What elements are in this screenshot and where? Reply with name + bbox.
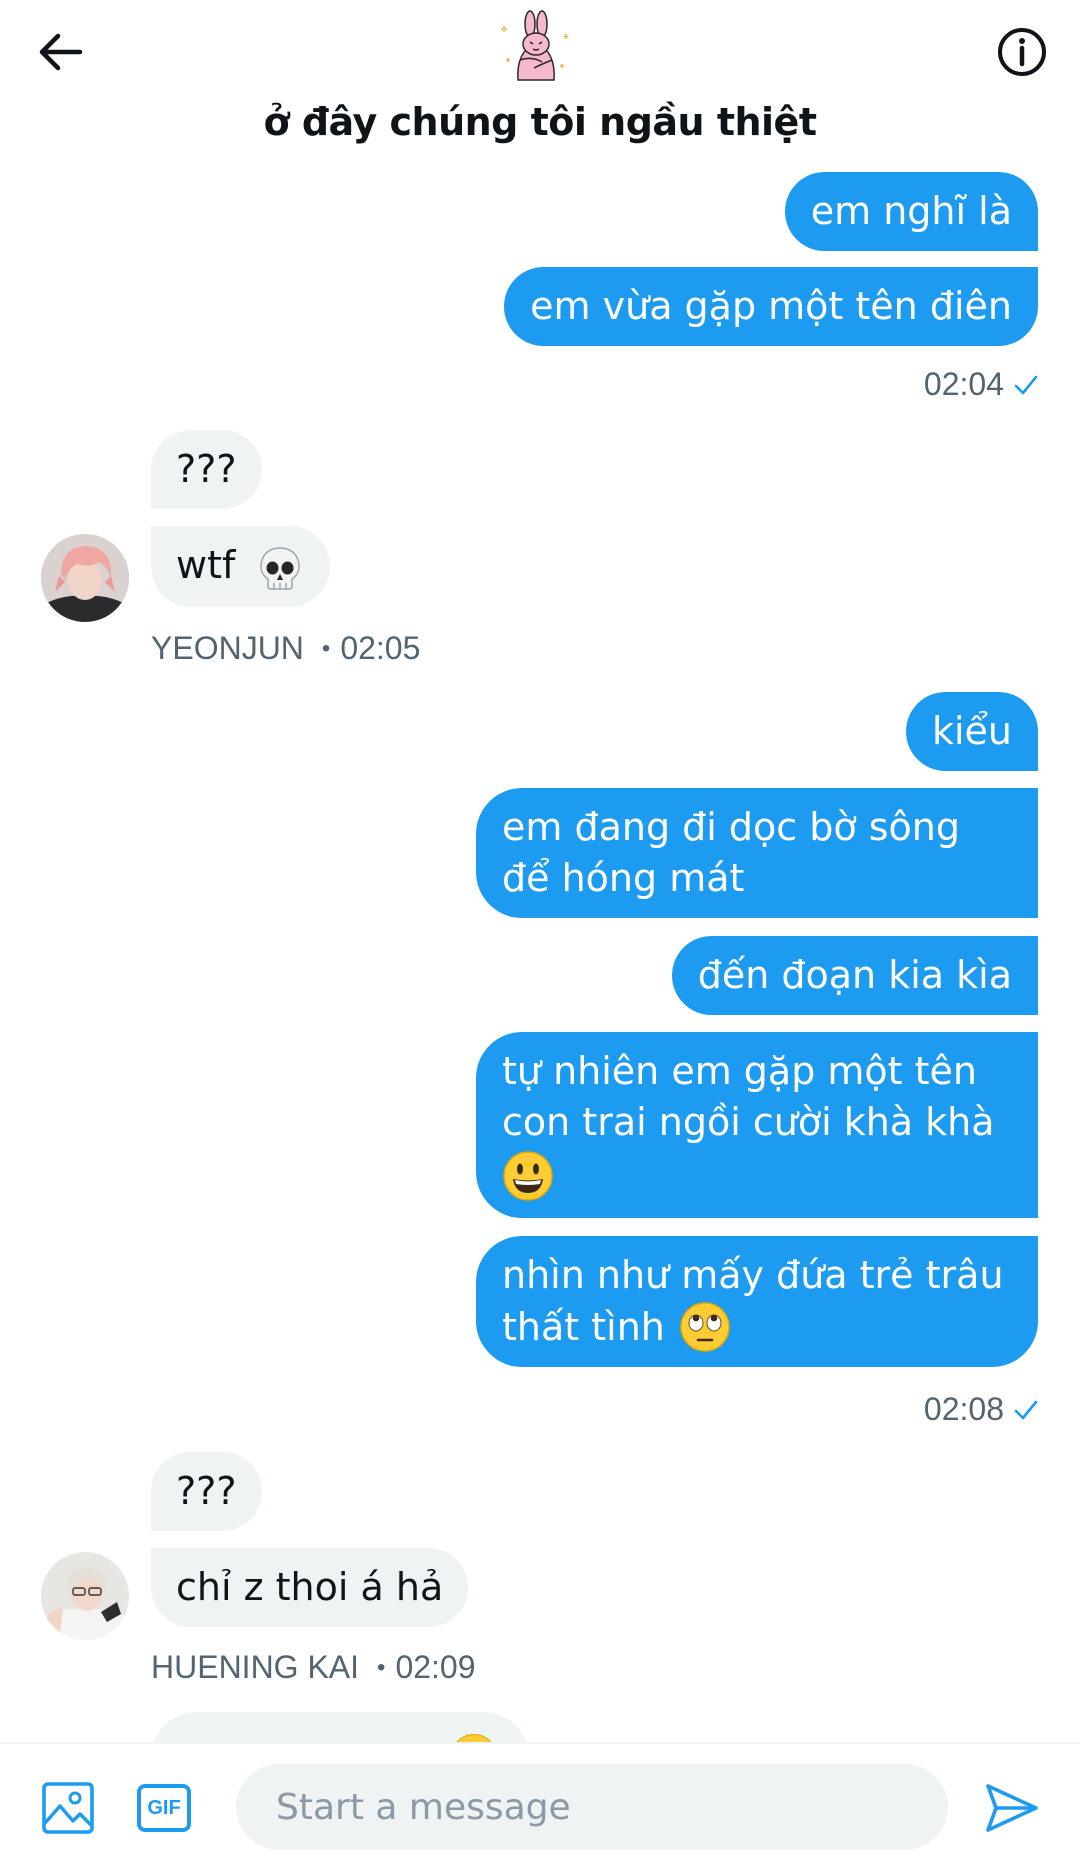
yeonjun-avatar[interactable] [41, 534, 129, 622]
timestamp: 02:05 [340, 630, 421, 666]
add-gif-button[interactable]: GIF [136, 1780, 192, 1836]
message-text: ??? [176, 1469, 237, 1513]
outgoing-message[interactable]: tự nhiên em gặp một tên con trai ngồi cư… [476, 1032, 1038, 1218]
message-text: kiểu [931, 709, 1012, 753]
message-text-line: tự nhiên em gặp một tên [502, 1049, 978, 1093]
message-meta: 02:08 [924, 1391, 1040, 1428]
message-text-line: con trai ngồi cười khà khà [502, 1100, 995, 1144]
message-text-line: em đang đi dọc bờ sông [502, 805, 960, 849]
sender-name: HUENING KAI [151, 1649, 360, 1685]
conversation-info-button[interactable] [990, 20, 1054, 84]
message-meta: 02:04 [924, 366, 1040, 403]
message-text: đến đoạn kia kìa [697, 953, 1012, 997]
outgoing-message[interactable]: đến đoạn kia kìa [671, 936, 1038, 1015]
message-text: wtf [176, 543, 236, 587]
outgoing-message[interactable]: kiểu [905, 692, 1038, 771]
gif-label: GIF [147, 1796, 181, 1819]
back-button[interactable] [30, 22, 90, 82]
eye-roll-emoji-icon [680, 1302, 730, 1352]
message-text: em nghĩ là [810, 189, 1012, 233]
incoming-message[interactable]: wtf [151, 526, 331, 607]
send-icon [986, 1784, 1038, 1832]
send-button[interactable] [984, 1780, 1040, 1836]
message-composer: GIF [0, 1742, 1080, 1869]
outgoing-message[interactable]: nhìn như mấy đứa trẻ trâu thất tình [476, 1236, 1038, 1367]
outgoing-message[interactable]: em vừa gặp một tên điên [504, 267, 1038, 346]
outgoing-message[interactable]: em đang đi dọc bờ sông để hóng mát [476, 788, 1038, 918]
message-input[interactable] [236, 1764, 948, 1850]
timestamp: 02:09 [395, 1649, 476, 1685]
conversation-title: ở đây chúng tôi ngầu thiệt [263, 100, 817, 144]
message-text: chỉ z thoi á hả [176, 1565, 444, 1609]
emoji-line [502, 1148, 1012, 1204]
bunny-sticker-icon [501, 10, 569, 81]
message-meta: HUENING KAI • 02:09 [151, 1649, 476, 1686]
grinning-face-emoji-icon [503, 1151, 553, 1201]
message-meta: YEONJUN • 02:05 [151, 630, 420, 667]
separator-dot: • [377, 1653, 386, 1681]
timestamp: 02:08 [923, 1391, 1004, 1427]
message-text-line: thất tình [502, 1304, 665, 1349]
gif-icon: GIF [137, 1784, 191, 1832]
user-photo-icon [41, 534, 129, 622]
incoming-message[interactable]: chỉ z thoi á hả [151, 1548, 469, 1627]
message-text: ??? [176, 447, 237, 491]
user-photo-icon [41, 1552, 129, 1640]
huening-kai-avatar[interactable] [41, 1552, 129, 1640]
info-icon [998, 28, 1046, 76]
message-text-line: nhìn như mấy đứa trẻ trâu [502, 1253, 1004, 1297]
incoming-message[interactable]: ??? [151, 430, 262, 509]
message-text-line: để hóng mát [502, 856, 745, 900]
incoming-message[interactable]: ??? [151, 1452, 262, 1531]
add-media-button[interactable] [40, 1780, 96, 1836]
arrow-left-icon [39, 33, 83, 71]
checkmark-icon [1014, 375, 1038, 394]
image-icon [42, 1782, 94, 1834]
sender-name: YEONJUN [151, 630, 304, 666]
message-text: em vừa gặp một tên điên [530, 284, 1012, 328]
message-line: thất tình [502, 1301, 1012, 1353]
conversation-header: ở đây chúng tôi ngầu thiệt [0, 0, 1080, 165]
separator-dot: • [321, 634, 331, 662]
outgoing-message[interactable]: em nghĩ là [784, 172, 1038, 251]
group-avatar[interactable] [496, 8, 576, 88]
skull-emoji-icon [260, 546, 301, 590]
timestamp: 02:04 [923, 366, 1004, 402]
checkmark-icon [1014, 1400, 1038, 1419]
